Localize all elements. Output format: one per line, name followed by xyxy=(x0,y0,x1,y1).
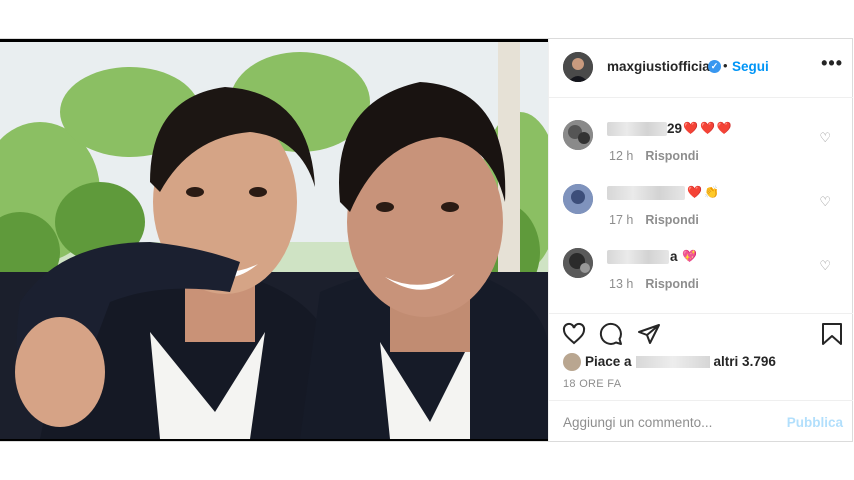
comment-emoji: 💖 xyxy=(682,249,699,263)
blurred-username xyxy=(607,250,669,264)
comment-item: ❤️👏 17 h Rispondi ♡ xyxy=(549,184,853,248)
comment-meta: 13 h Rispondi xyxy=(609,277,699,291)
comment-time: 12 h xyxy=(609,149,634,163)
save-bookmark-icon[interactable] xyxy=(821,322,843,351)
verified-badge-icon: ✓ xyxy=(708,60,721,73)
likes-prefix: Piace a xyxy=(585,354,632,369)
comment-item: a 💖 13 h Rispondi ♡ xyxy=(549,248,853,312)
likes-summary[interactable]: Piace a altri 3.796 xyxy=(585,354,776,369)
comment-time: 13 h xyxy=(609,277,634,291)
comment-bubble-icon[interactable] xyxy=(599,322,623,351)
comment-like-icon[interactable]: ♡ xyxy=(819,258,831,274)
comment-emoji: ❤️👏 xyxy=(687,185,721,199)
comment-avatar[interactable] xyxy=(563,248,593,278)
post-photo[interactable] xyxy=(0,39,548,441)
profile-avatar[interactable] xyxy=(563,52,593,82)
share-send-icon[interactable] xyxy=(637,322,661,351)
comment-meta: 12 h Rispondi xyxy=(609,149,699,163)
comment-meta: 17 h Rispondi xyxy=(609,213,699,227)
reply-button[interactable]: Rispondi xyxy=(645,149,698,163)
likes-count[interactable]: altri 3.796 xyxy=(714,354,776,369)
comment-like-icon[interactable]: ♡ xyxy=(819,194,831,210)
add-comment-bar: Aggiungi un commento... Pubblica xyxy=(549,400,853,445)
comment-username-visible[interactable]: 29 xyxy=(667,121,682,136)
instagram-post: maxgiustiofficial ✓ • Segui ••• 29 ❤️❤️❤… xyxy=(0,38,853,442)
comment-username-visible[interactable]: a xyxy=(670,249,678,264)
comment-like-icon[interactable]: ♡ xyxy=(819,130,831,146)
comment-avatar[interactable] xyxy=(563,120,593,150)
photo-illustration xyxy=(0,42,548,439)
blurred-username xyxy=(607,186,685,200)
follow-button[interactable]: Segui xyxy=(732,59,769,74)
comment-time: 17 h xyxy=(609,213,634,227)
comment-avatar[interactable] xyxy=(563,184,593,214)
reply-button[interactable]: Rispondi xyxy=(645,213,698,227)
post-sidebar: maxgiustiofficial ✓ • Segui ••• 29 ❤️❤️❤… xyxy=(548,39,853,441)
separator-dot: • xyxy=(723,58,728,73)
post-actions: Piace a altri 3.796 18 ORE FA Aggiungi un… xyxy=(549,313,853,444)
username-link[interactable]: maxgiustiofficial xyxy=(607,59,714,74)
comment-item: 29 ❤️❤️❤️ 12 h Rispondi ♡ xyxy=(549,120,853,184)
post-header: maxgiustiofficial ✓ • Segui ••• xyxy=(549,39,853,98)
post-timestamp[interactable]: 18 ORE FA xyxy=(563,378,621,390)
blurred-username xyxy=(607,122,667,136)
publish-button[interactable]: Pubblica xyxy=(787,415,843,430)
liker-avatar[interactable] xyxy=(563,353,581,371)
blurred-liker-name xyxy=(635,356,710,369)
comment-input[interactable]: Aggiungi un commento... xyxy=(563,415,712,430)
more-options-icon[interactable]: ••• xyxy=(821,53,843,74)
reply-button[interactable]: Rispondi xyxy=(645,277,698,291)
like-heart-icon[interactable] xyxy=(562,322,586,351)
comment-emoji: ❤️❤️❤️ xyxy=(683,121,734,135)
